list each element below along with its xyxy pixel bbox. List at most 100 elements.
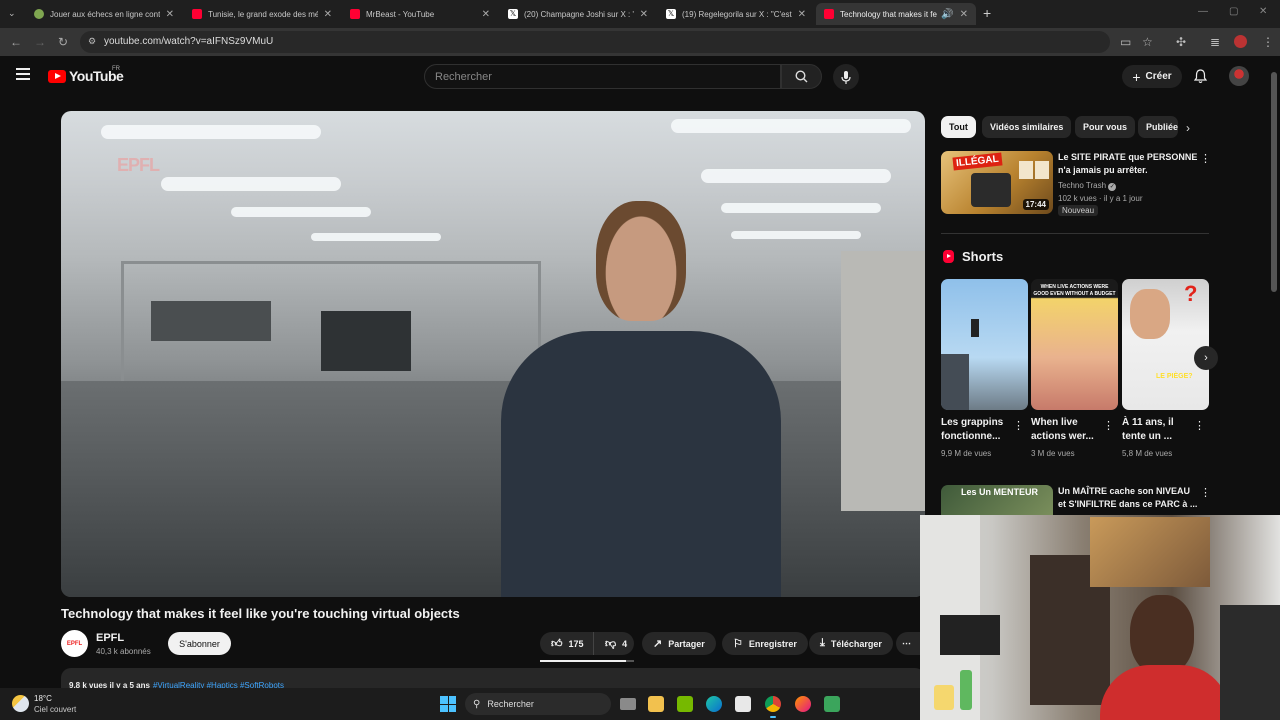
hamburger-menu-icon[interactable]	[16, 68, 30, 80]
task-view-icon[interactable]	[620, 698, 636, 710]
more-vertical-icon[interactable]: ⋮	[1194, 419, 1205, 432]
search-input[interactable]	[425, 65, 780, 88]
chip-for-you[interactable]: Pour vous	[1075, 116, 1136, 138]
store-icon[interactable]	[735, 696, 751, 712]
minimize-icon[interactable]: —	[1198, 6, 1208, 17]
short-thumbnail[interactable]: ? LE PIÈGE?	[1122, 279, 1209, 410]
thumbs-up-icon: 👍︎	[551, 638, 563, 650]
weather-temperature[interactable]: 18°C	[34, 694, 52, 703]
nvidia-icon[interactable]	[677, 696, 693, 712]
back-arrow-icon[interactable]: ←	[10, 35, 22, 49]
chip-similar[interactable]: Vidéos similaires	[982, 116, 1072, 138]
firefox-icon[interactable]	[795, 696, 811, 712]
chip-all[interactable]: Tout	[941, 116, 976, 138]
chip-published[interactable]: Publiées	[1138, 116, 1178, 138]
recommendation-title[interactable]: Un MAÎTRE cache son NIVEAU et S'INFILTRE…	[1058, 485, 1198, 511]
dislike-button[interactable]: 👎︎ 4	[593, 632, 634, 655]
download-label: Télécharger	[830, 638, 882, 649]
subscribe-button[interactable]: S'abonner	[168, 632, 231, 655]
browser-tab[interactable]: 𝕏 (19) Regelegorila sur X : "C'est ✕	[658, 3, 814, 25]
voice-search-button[interactable]	[833, 64, 859, 90]
scrollbar-thumb[interactable]	[1271, 72, 1277, 292]
bookmark-star-icon[interactable]: ☆	[1142, 35, 1153, 49]
view-count: 102 k vues	[1058, 194, 1097, 203]
video-player[interactable]: EPFL	[61, 111, 925, 597]
notifications-bell-icon[interactable]	[1194, 69, 1207, 84]
more-vertical-icon[interactable]: ⋮	[1013, 419, 1024, 432]
more-vertical-icon[interactable]: ⋮	[1200, 152, 1211, 165]
chevron-right-icon[interactable]: ›	[1186, 121, 1190, 135]
building	[941, 354, 969, 410]
profile-avatar[interactable]	[1234, 35, 1247, 48]
windows-start-icon[interactable]	[440, 696, 456, 712]
more-actions-button[interactable]: ⋯	[896, 632, 920, 655]
maximize-icon[interactable]: ▢	[1229, 6, 1238, 17]
youtube-logo[interactable]: YouTube FR	[48, 66, 124, 84]
audio-playing-icon[interactable]: 🔊	[941, 9, 953, 20]
close-tab-icon[interactable]: ✕	[960, 9, 968, 20]
close-tab-icon[interactable]: ✕	[166, 9, 174, 20]
browser-tab[interactable]: Tunisie, le grand exode des médecins ✕	[184, 3, 340, 25]
chrome-icon[interactable]	[765, 696, 781, 718]
browser-tab[interactable]: Jouer aux échecs en ligne contre ✕	[26, 3, 182, 25]
site-info-icon[interactable]: ⚙	[88, 36, 96, 47]
cast-icon[interactable]: ▭	[1120, 35, 1131, 49]
save-button[interactable]: ⚐ Enregistrer	[722, 632, 808, 655]
thumbs-down-icon: 👎︎	[605, 638, 617, 650]
search-box	[424, 64, 781, 89]
close-tab-icon[interactable]: ✕	[324, 9, 332, 20]
more-vertical-icon[interactable]: ⋮	[1200, 486, 1211, 499]
youtube-favicon-icon	[350, 9, 360, 19]
short-title[interactable]: Les grappins fonctionne...	[941, 416, 1016, 444]
shorts-next-button[interactable]: ›	[1194, 346, 1218, 370]
short-title[interactable]: When live actions wer...	[1031, 416, 1106, 444]
short-title[interactable]: À 11 ans, il tente un ...	[1122, 416, 1197, 444]
address-bar[interactable]: ⚙ youtube.com/watch?v=aIFNSz9VMuU	[80, 31, 1110, 53]
weather-description[interactable]: Ciel couvert	[34, 705, 76, 714]
create-button[interactable]: + Créer	[1122, 65, 1182, 88]
close-tab-icon[interactable]: ✕	[798, 9, 806, 20]
like-button[interactable]: 👍︎ 175	[540, 632, 593, 655]
taskbar-search-label: Rechercher	[487, 699, 534, 709]
pirate-flag-icon	[971, 173, 1011, 207]
youtube-play-icon	[48, 69, 66, 83]
recommendation-channel[interactable]: Techno Trash ✓	[1058, 179, 1117, 192]
media-control-icon[interactable]: ≣	[1210, 35, 1220, 49]
browser-tab-active[interactable]: Technology that makes it fe 🔊 ✕	[816, 3, 976, 25]
account-avatar[interactable]	[1229, 66, 1249, 86]
upload-age: il y a 1 jour	[1103, 194, 1143, 203]
share-button[interactable]: ↗ Partager	[642, 632, 716, 655]
browser-tab[interactable]: 𝕏 (20) Champagne Joshi sur X : "Il ✕	[500, 3, 656, 25]
recommendation-thumbnail[interactable]: ILLÉGAL 17:44	[941, 151, 1053, 214]
short-thumbnail[interactable]	[941, 279, 1028, 410]
edge-icon[interactable]	[706, 696, 722, 712]
close-window-icon[interactable]: ✕	[1259, 6, 1267, 17]
like-count: 175	[568, 638, 584, 649]
create-label: Créer	[1145, 71, 1172, 82]
more-vertical-icon[interactable]: ⋮	[1103, 419, 1114, 432]
browser-menu-icon[interactable]: ⋮	[1262, 35, 1274, 49]
weather-cloudy-icon[interactable]	[12, 695, 29, 712]
taskbar-search[interactable]: ⚲ Rechercher	[465, 693, 611, 715]
ceiling-light	[311, 233, 441, 241]
short-thumbnail[interactable]: WHEN LIVE ACTIONS WERE GOOD EVEN WITHOUT…	[1031, 279, 1118, 410]
close-tab-icon[interactable]: ✕	[640, 9, 648, 20]
recommendation-thumbnail[interactable]: Les Un MENTEUR	[941, 485, 1053, 517]
browser-tab[interactable]: MrBeast - YouTube ✕	[342, 3, 498, 25]
search-button[interactable]	[781, 64, 822, 89]
channel-name[interactable]: EPFL	[96, 632, 124, 644]
tab-list-chevron-icon[interactable]: ⌄	[8, 8, 16, 19]
shorts-heading-text: Shorts	[962, 249, 1004, 264]
download-button[interactable]: ⤓ Télécharger	[809, 632, 893, 655]
browser-tab-strip: ⌄ Jouer aux échecs en ligne contre ✕ Tun…	[0, 0, 1280, 28]
forward-arrow-icon[interactable]: →	[34, 35, 46, 49]
recommendation-title[interactable]: Le SITE PIRATE que PERSONNE n'a jamais p…	[1058, 151, 1198, 177]
discord-icon[interactable]	[824, 696, 840, 712]
close-tab-icon[interactable]: ✕	[482, 9, 490, 20]
video-title: Technology that makes it feel like you'r…	[61, 606, 460, 621]
file-explorer-icon[interactable]	[648, 696, 664, 712]
channel-avatar[interactable]: EPFL	[61, 630, 88, 657]
reload-icon[interactable]: ↻	[58, 35, 68, 49]
extensions-icon[interactable]: ✣	[1176, 35, 1186, 49]
new-tab-icon[interactable]: +	[983, 5, 991, 21]
